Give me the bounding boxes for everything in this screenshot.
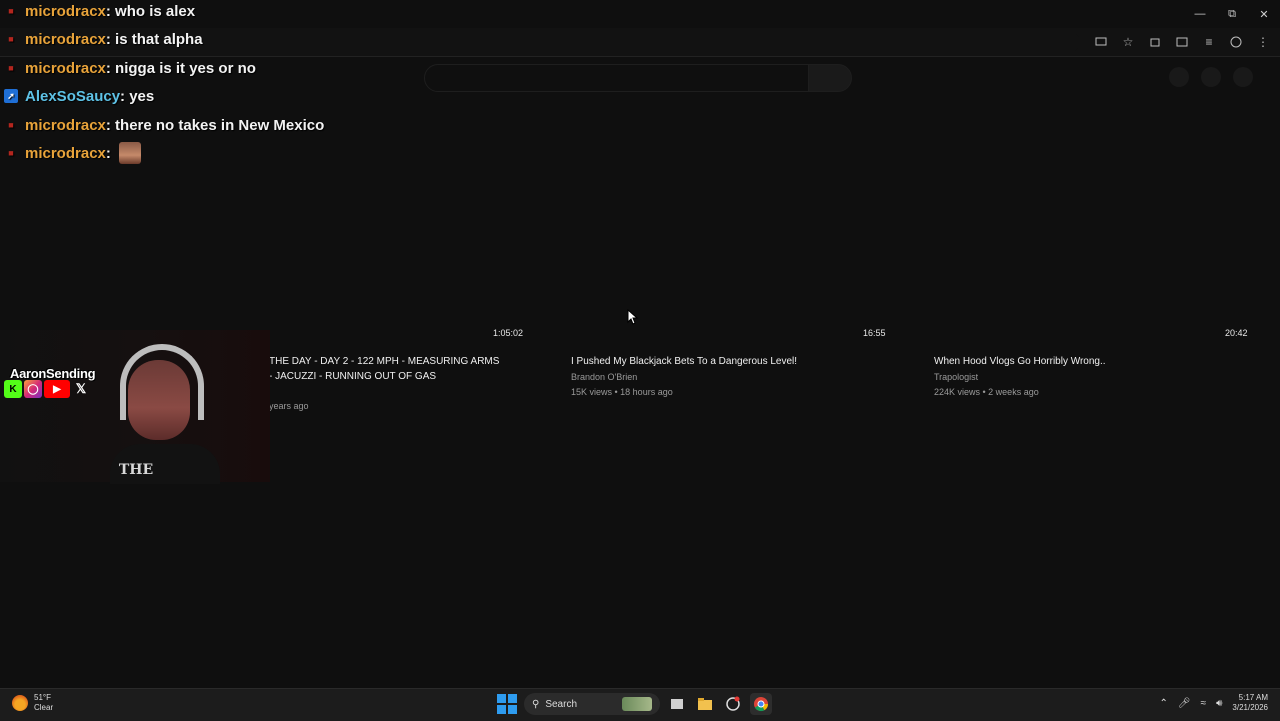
chat-badge-icon: ➚: [4, 89, 18, 103]
install-app-icon[interactable]: [1092, 33, 1110, 51]
video-meta: years ago: [269, 401, 309, 411]
weather-moon-icon: [12, 695, 28, 711]
chat-text: there no takes in New Mexico: [110, 116, 325, 134]
streamer-name: AaronSending: [10, 366, 96, 381]
chat-username: microdracx: [25, 59, 106, 77]
mouse-cursor-icon: [627, 309, 639, 325]
headset-icon: [120, 344, 204, 420]
video-title[interactable]: When Hood Vlogs Go Horribly Wrong..: [934, 354, 1106, 369]
taskbar-apps: ⚲ Search: [496, 693, 772, 715]
file-explorer-icon[interactable]: [694, 693, 716, 715]
taskbar-search[interactable]: ⚲ Search: [524, 693, 660, 715]
chat-text: nigga is it yes or no: [110, 59, 256, 77]
video-channel[interactable]: Brandon O'Brien: [571, 372, 637, 382]
chat-message: ■ microdracx : there no takes in New Mex…: [4, 114, 324, 136]
minimize-icon[interactable]: —: [1184, 0, 1216, 28]
account-avatar[interactable]: [1233, 67, 1253, 87]
weather-condition: Clear: [34, 703, 54, 712]
chat-message: ➚ AlexSoSaucy : yes: [4, 85, 154, 107]
clock-time: 5:17 AM: [1238, 693, 1268, 702]
video-channel[interactable]: Trapologist: [934, 372, 978, 382]
video-title[interactable]: - JACUZZI - RUNNING OUT OF GAS: [269, 369, 436, 384]
system-tray: ⌃ 🎤︎ ≈ 🔊︎ 5:17 AM 3/21/2026: [1160, 693, 1269, 713]
chat-text: yes: [125, 87, 155, 105]
profile-icon[interactable]: [1227, 33, 1245, 51]
task-view-icon[interactable]: [666, 693, 688, 715]
notifications-icon[interactable]: [1201, 67, 1221, 87]
taskbar-clock[interactable]: 5:17 AM 3/21/2026: [1232, 693, 1268, 713]
kick-icon: K: [4, 380, 22, 398]
search-icon: ⚲: [532, 698, 540, 710]
address-bar[interactable]: [100, 32, 1080, 52]
chat-message: ■ microdracx : nigga is it yes or no: [4, 57, 256, 79]
social-icons: K ◯ ▶ 𝕏: [4, 380, 90, 398]
youtube-search-button[interactable]: [808, 64, 852, 92]
taskbar-search-label: Search: [545, 698, 578, 710]
chat-text: who is alex: [110, 2, 196, 20]
x-twitter-icon: 𝕏: [75, 381, 87, 396]
chevron-up-icon[interactable]: ⌃: [1160, 698, 1168, 709]
bookmark-star-icon[interactable]: ☆: [1119, 33, 1137, 51]
chat-badge-icon: ■: [8, 34, 14, 44]
close-icon[interactable]: ✕: [1248, 0, 1280, 28]
video-title[interactable]: THE DAY - DAY 2 - 122 MPH - MEASURING AR…: [269, 354, 499, 369]
video-meta: 224K views • 2 weeks ago: [934, 387, 1039, 397]
extensions-icon[interactable]: [1146, 33, 1164, 51]
clock-date: 3/21/2026: [1232, 703, 1268, 712]
video-duration: 16:55: [863, 328, 886, 338]
video-duration: 1:05:02: [493, 328, 524, 338]
chat-text: is that alpha: [110, 30, 203, 48]
media-queue-icon[interactable]: ≡: [1200, 33, 1218, 51]
toolbar-icons: ☆ ≡ ⋮: [1083, 33, 1272, 51]
weather-widget[interactable]: 51°F Clear: [12, 693, 53, 713]
restore-icon[interactable]: ⧉: [1216, 0, 1248, 28]
weather-temp: 51°F: [34, 693, 51, 702]
webcam-overlay: THE AaronSending K ◯ ▶ 𝕏: [0, 330, 270, 484]
youtube-header-actions: [1169, 67, 1253, 87]
chat-badge-icon: ■: [8, 120, 14, 130]
wifi-icon[interactable]: ≈: [1201, 698, 1207, 709]
chat-message: ■ microdracx :: [4, 142, 141, 164]
chat-username: microdracx: [25, 2, 106, 20]
window-controls: — ⧉ ✕: [1184, 0, 1280, 28]
app-tray-icon[interactable]: [722, 693, 744, 715]
chat-username: microdracx: [25, 144, 106, 162]
instagram-icon: ◯: [24, 380, 42, 398]
streamer-video: THE: [110, 340, 220, 484]
video-duration: 20:42: [1225, 328, 1248, 338]
youtube-icon: ▶: [44, 380, 70, 398]
video-title[interactable]: I Pushed My Blackjack Bets To a Dangerou…: [571, 354, 797, 369]
create-icon[interactable]: [1169, 67, 1189, 87]
video-meta: 15K views • 18 hours ago: [571, 387, 673, 397]
menu-dots-icon[interactable]: ⋮: [1254, 33, 1272, 51]
chat-username: microdracx: [25, 116, 106, 134]
microphone-icon[interactable]: 🎤︎: [1178, 698, 1191, 709]
shirt-text: THE: [118, 462, 154, 478]
start-windows-icon[interactable]: [496, 693, 518, 715]
chat-separator: :: [105, 144, 111, 162]
chat-message: ■ microdracx : is that alpha: [4, 28, 203, 50]
chat-badge-icon: ■: [8, 148, 14, 158]
volume-icon[interactable]: 🔊︎: [1216, 698, 1222, 709]
chrome-icon[interactable]: [750, 693, 772, 715]
search-highlight-icon: [622, 697, 652, 711]
chat-message: ■ microdracx : who is alex: [4, 0, 195, 22]
windows-taskbar: 51°F Clear ⚲ Search ⌃ 🎤︎ ≈ 🔊︎ 5:17 AM 3/…: [0, 688, 1280, 721]
chat-username: AlexSoSaucy: [25, 87, 121, 105]
chat-username: microdracx: [25, 30, 106, 48]
chat-badge-icon: ■: [8, 6, 14, 16]
sidepanel-icon[interactable]: [1173, 33, 1191, 51]
chat-emote-icon: [118, 142, 141, 164]
chat-badge-icon: ■: [8, 63, 14, 73]
youtube-search-input[interactable]: [424, 64, 810, 92]
